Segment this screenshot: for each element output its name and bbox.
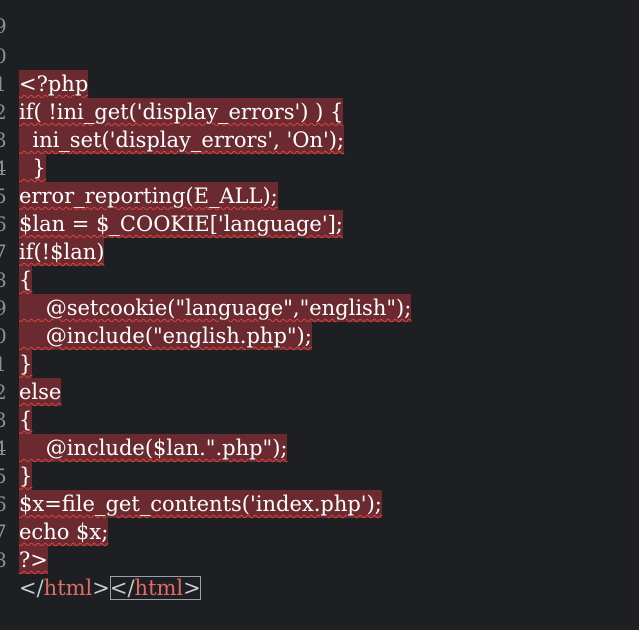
line-number: 8 bbox=[0, 548, 7, 572]
code-text[interactable]: $lan = $_COOKIE['language']; bbox=[19, 210, 343, 238]
closing-tag-highlight: </html> bbox=[109, 576, 201, 600]
code-editor[interactable]: 9 0 <?php 1 if( !ini_get('display_errors… bbox=[0, 0, 639, 600]
code-line[interactable]: 4 error_reporting(E_ALL); bbox=[0, 126, 278, 210]
code-text[interactable]: error_reporting(E_ALL); bbox=[19, 182, 278, 210]
tag-name: html bbox=[134, 576, 184, 600]
code-line[interactable]: 8 @setcookie("language","english"); bbox=[0, 238, 412, 322]
code-text[interactable]: @include("english.php"); bbox=[19, 322, 312, 350]
code-line[interactable]: 5 $lan = $_COOKIE['language']; bbox=[0, 154, 343, 238]
code-text[interactable]: echo $x; bbox=[19, 518, 109, 546]
code-line[interactable]: 4 } bbox=[0, 406, 33, 490]
code-text[interactable]: @setcookie("language","english"); bbox=[19, 294, 412, 322]
code-text[interactable]: <?php bbox=[19, 70, 89, 98]
tag-name: html bbox=[43, 576, 93, 600]
code-line[interactable]: 7 ?> bbox=[0, 490, 48, 574]
code-line[interactable]: 2 ini_set('display_errors', 'On'); bbox=[0, 70, 345, 154]
code-text[interactable]: ini_set('display_errors', 'On'); bbox=[19, 126, 345, 154]
code-line[interactable]: 6 echo $x; bbox=[0, 462, 109, 546]
code-line[interactable]: 7 { bbox=[0, 210, 33, 294]
tag-open-bracket: </ bbox=[19, 576, 44, 600]
code-line[interactable]: 5 $x=file_get_contents('index.php'); bbox=[0, 434, 382, 518]
tag-close-bracket: > bbox=[92, 576, 110, 600]
code-line[interactable]: 2 { bbox=[0, 350, 33, 434]
code-line[interactable]: 0 } bbox=[0, 294, 33, 378]
code-line: 9 bbox=[0, 0, 27, 38]
code-text[interactable]: @include($lan.".php"); bbox=[19, 434, 288, 462]
code-line[interactable]: 3 @include($lan.".php"); bbox=[0, 378, 288, 462]
code-text[interactable]: if(!$lan) bbox=[19, 238, 105, 266]
code-line[interactable]: 3 } bbox=[0, 98, 46, 182]
code-text[interactable]: </html></html> bbox=[19, 574, 201, 602]
code-text[interactable]: $x=file_get_contents('index.php'); bbox=[19, 490, 382, 518]
code-line[interactable]: 0 <?php bbox=[0, 14, 89, 98]
code-line[interactable]: 8 </html></html> bbox=[0, 518, 201, 600]
code-text[interactable]: if( !ini_get('display_errors') ) { bbox=[19, 98, 344, 126]
code-line[interactable]: 9 @include("english.php"); bbox=[0, 266, 312, 350]
code-line[interactable]: 1 else bbox=[0, 322, 62, 406]
code-line[interactable]: 1 if( !ini_get('display_errors') ) { bbox=[0, 42, 344, 126]
tag-open-bracket: </ bbox=[109, 576, 135, 600]
tag-close-bracket: > bbox=[183, 576, 201, 600]
code-line[interactable]: 6 if(!$lan) bbox=[0, 182, 105, 266]
